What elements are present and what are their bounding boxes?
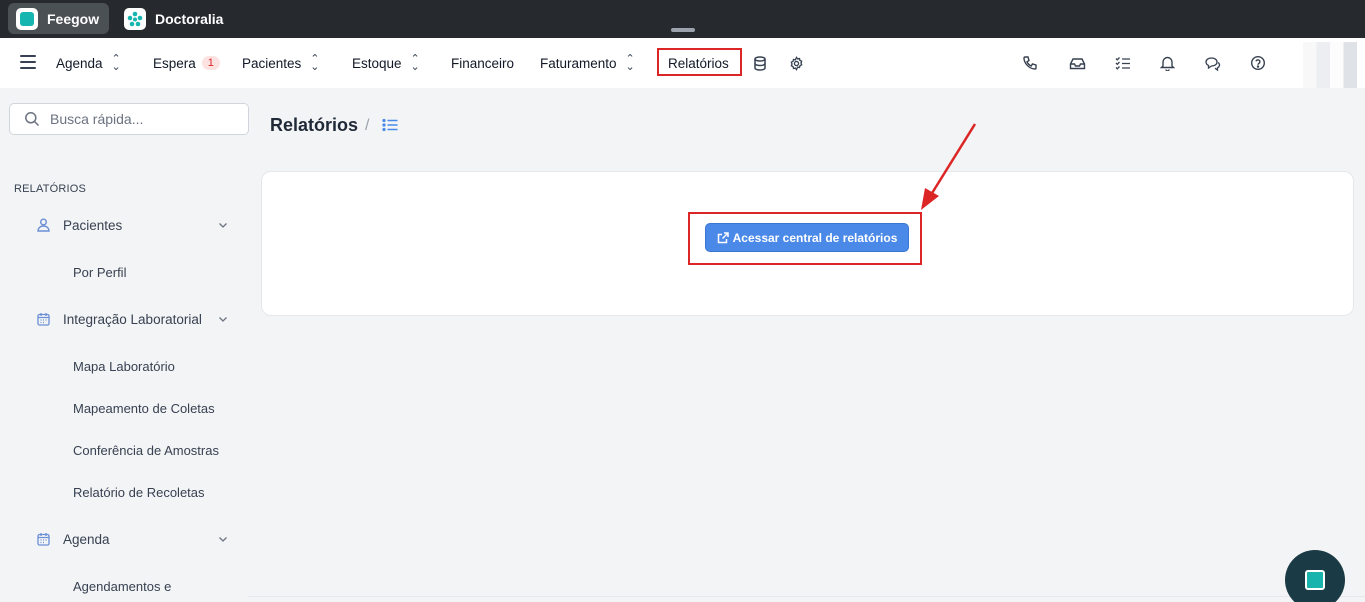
sidebar-group-label: Agenda (63, 531, 110, 547)
sidebar-group-label: Integração Laboratorial (63, 311, 202, 327)
sidebar-link-mapa-laboratorio[interactable]: Mapa Laboratório (73, 359, 175, 374)
app-tab-feegow[interactable]: Feegow (8, 3, 110, 34)
sidebar-section-title: RELATÓRIOS (14, 183, 87, 195)
annotation-highlight-box (657, 48, 742, 76)
nav-pacientes[interactable]: Pacientes ⌃ ⌄ (242, 38, 320, 88)
quick-search[interactable] (9, 103, 249, 135)
chevron-down-icon (218, 218, 228, 233)
search-icon (25, 112, 40, 127)
chevron-updown-icon: ⌃ ⌄ (111, 53, 121, 73)
chevron-down-icon (218, 312, 228, 327)
nav-label: Pacientes (242, 55, 302, 71)
nav-label: Agenda (56, 55, 103, 71)
sidebar-link-relatorio-recoletas[interactable]: Relatório de Recoletas (73, 485, 205, 500)
help-icon[interactable] (1248, 53, 1268, 73)
sidebar-link-por-perfil[interactable]: Por Perfil (73, 265, 126, 280)
app-tab-doctoralia[interactable]: Doctoralia (116, 3, 233, 34)
sidebar-group-pacientes[interactable]: Pacientes (37, 215, 232, 235)
sidebar-group-agenda[interactable]: Agenda (37, 529, 232, 549)
bell-icon[interactable] (1157, 53, 1177, 73)
nav-estoque[interactable]: Estoque ⌃ ⌄ (352, 38, 420, 88)
annotation-highlight-box (688, 212, 922, 265)
sidebar-link-mapeamento-coletas[interactable]: Mapeamento de Coletas (73, 401, 215, 416)
sidebar-link-conferencia-amostras[interactable]: Conferência de Amostras (73, 443, 219, 458)
gear-icon[interactable] (786, 53, 806, 73)
nav-financeiro[interactable]: Financeiro (451, 38, 514, 88)
chevron-updown-icon: ⌃ ⌄ (410, 53, 420, 73)
nav-label: Espera (153, 55, 196, 71)
app-tab-label: Doctoralia (155, 10, 224, 27)
calendar-icon (37, 312, 51, 326)
avatar[interactable] (1303, 42, 1357, 88)
search-input[interactable] (50, 111, 230, 127)
sidebar-link-agendamentos[interactable]: Agendamentos e (73, 579, 171, 594)
feegow-logo-icon (16, 7, 38, 30)
database-icon[interactable] (750, 53, 770, 73)
sidebar-group-label: Pacientes (63, 217, 123, 233)
app-switcher-bar: Feegow Doctoralia (0, 0, 1365, 38)
nav-label: Estoque (352, 55, 402, 71)
chat-icon[interactable] (1202, 53, 1222, 73)
page-title: Relatórios (270, 115, 359, 135)
checklist-icon[interactable] (1113, 53, 1133, 73)
drag-handle[interactable] (671, 28, 695, 32)
breadcrumb-separator: / (365, 117, 370, 134)
nav-label: Financeiro (451, 55, 515, 71)
wait-count-badge: 1 (201, 56, 220, 70)
nav-label: Faturamento (540, 55, 617, 71)
inbox-icon[interactable] (1067, 53, 1087, 73)
nav-agenda[interactable]: Agenda ⌃ ⌄ (56, 38, 121, 88)
app-tab-label: Feegow (47, 10, 100, 27)
nav-espera[interactable]: Espera 1 (153, 38, 220, 88)
chevron-down-icon (218, 532, 228, 547)
sidebar-group-integracao-laboratorial[interactable]: Integração Laboratorial (37, 309, 232, 329)
menu-icon[interactable] (20, 55, 36, 69)
user-icon (37, 218, 51, 232)
support-chat-button[interactable] (1285, 550, 1345, 602)
nav-faturamento[interactable]: Faturamento ⌃ ⌄ (540, 38, 635, 88)
phone-icon[interactable] (1020, 53, 1040, 73)
annotation-arrow (921, 123, 977, 210)
doctoralia-logo-icon (124, 7, 146, 30)
calendar-icon (37, 532, 51, 546)
feegow-logo-icon (1305, 570, 1325, 590)
list-icon[interactable] (382, 118, 400, 134)
chevron-updown-icon: ⌃ ⌄ (310, 53, 320, 73)
divider (248, 596, 1365, 597)
chevron-updown-icon: ⌃ ⌄ (625, 53, 635, 73)
